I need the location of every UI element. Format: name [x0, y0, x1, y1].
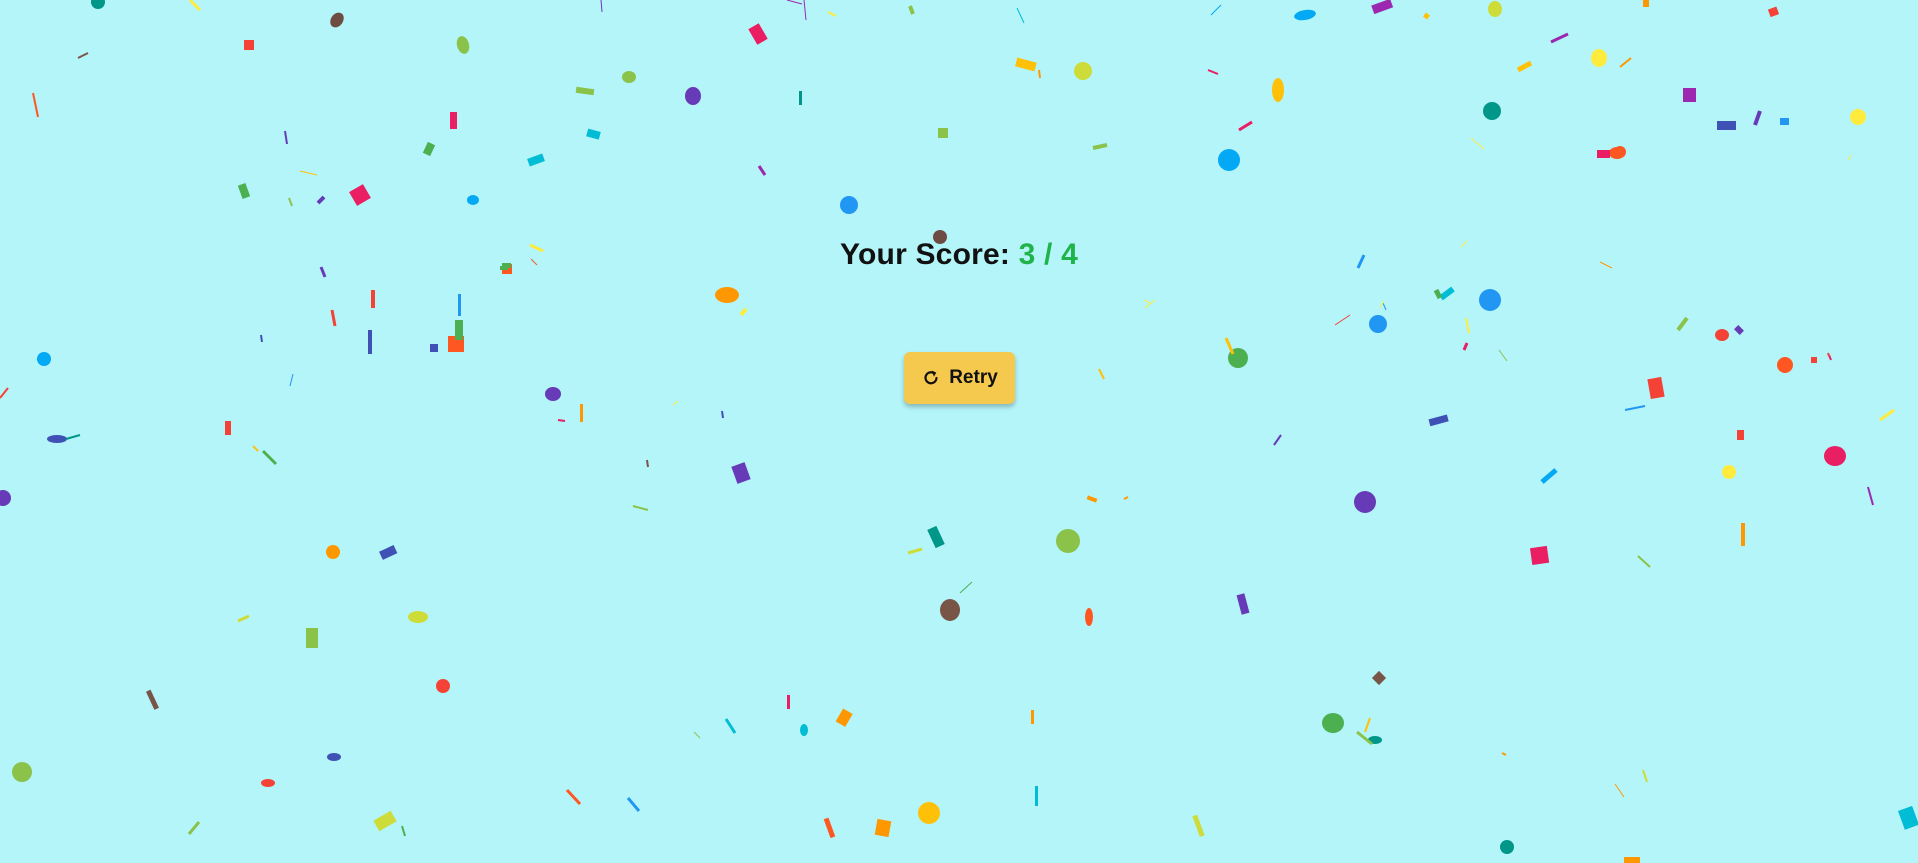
- refresh-icon: [921, 368, 941, 388]
- score-value: 3 / 4: [1018, 238, 1078, 271]
- score-label: Your Score:: [840, 238, 1011, 271]
- retry-label: Retry: [949, 367, 998, 388]
- confetti-background: [0, 0, 1918, 863]
- score-display: Your Score: 3 / 4: [0, 238, 1918, 272]
- retry-button[interactable]: Retry: [904, 352, 1015, 404]
- confetti-pieces: [0, 0, 1918, 863]
